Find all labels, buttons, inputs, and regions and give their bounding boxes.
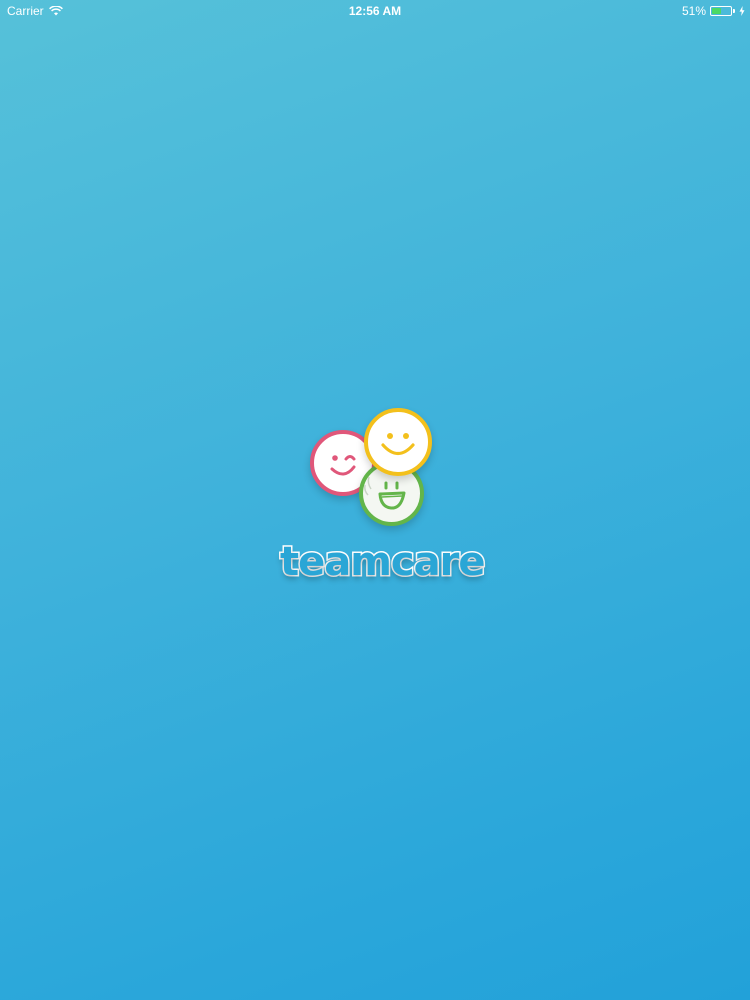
battery-percent: 51% bbox=[681, 4, 706, 18]
battery-fill bbox=[712, 8, 721, 14]
battery-cap bbox=[733, 9, 735, 13]
logo-smileys bbox=[280, 400, 470, 530]
smile-smiley-icon bbox=[364, 408, 432, 476]
charging-icon bbox=[739, 6, 745, 16]
battery-icon bbox=[710, 6, 735, 16]
status-right: 51% bbox=[682, 4, 745, 18]
splash-screen: Carrier 12:56 AM 51% teamcare bbox=[0, 0, 750, 1000]
battery-body bbox=[710, 6, 732, 16]
app-name-wordmark: teamcare bbox=[279, 538, 487, 587]
status-time: 12:56 AM bbox=[348, 4, 402, 18]
teamcare-logo: teamcare bbox=[279, 400, 487, 590]
status-bar: Carrier 12:56 AM 51% bbox=[0, 0, 750, 22]
